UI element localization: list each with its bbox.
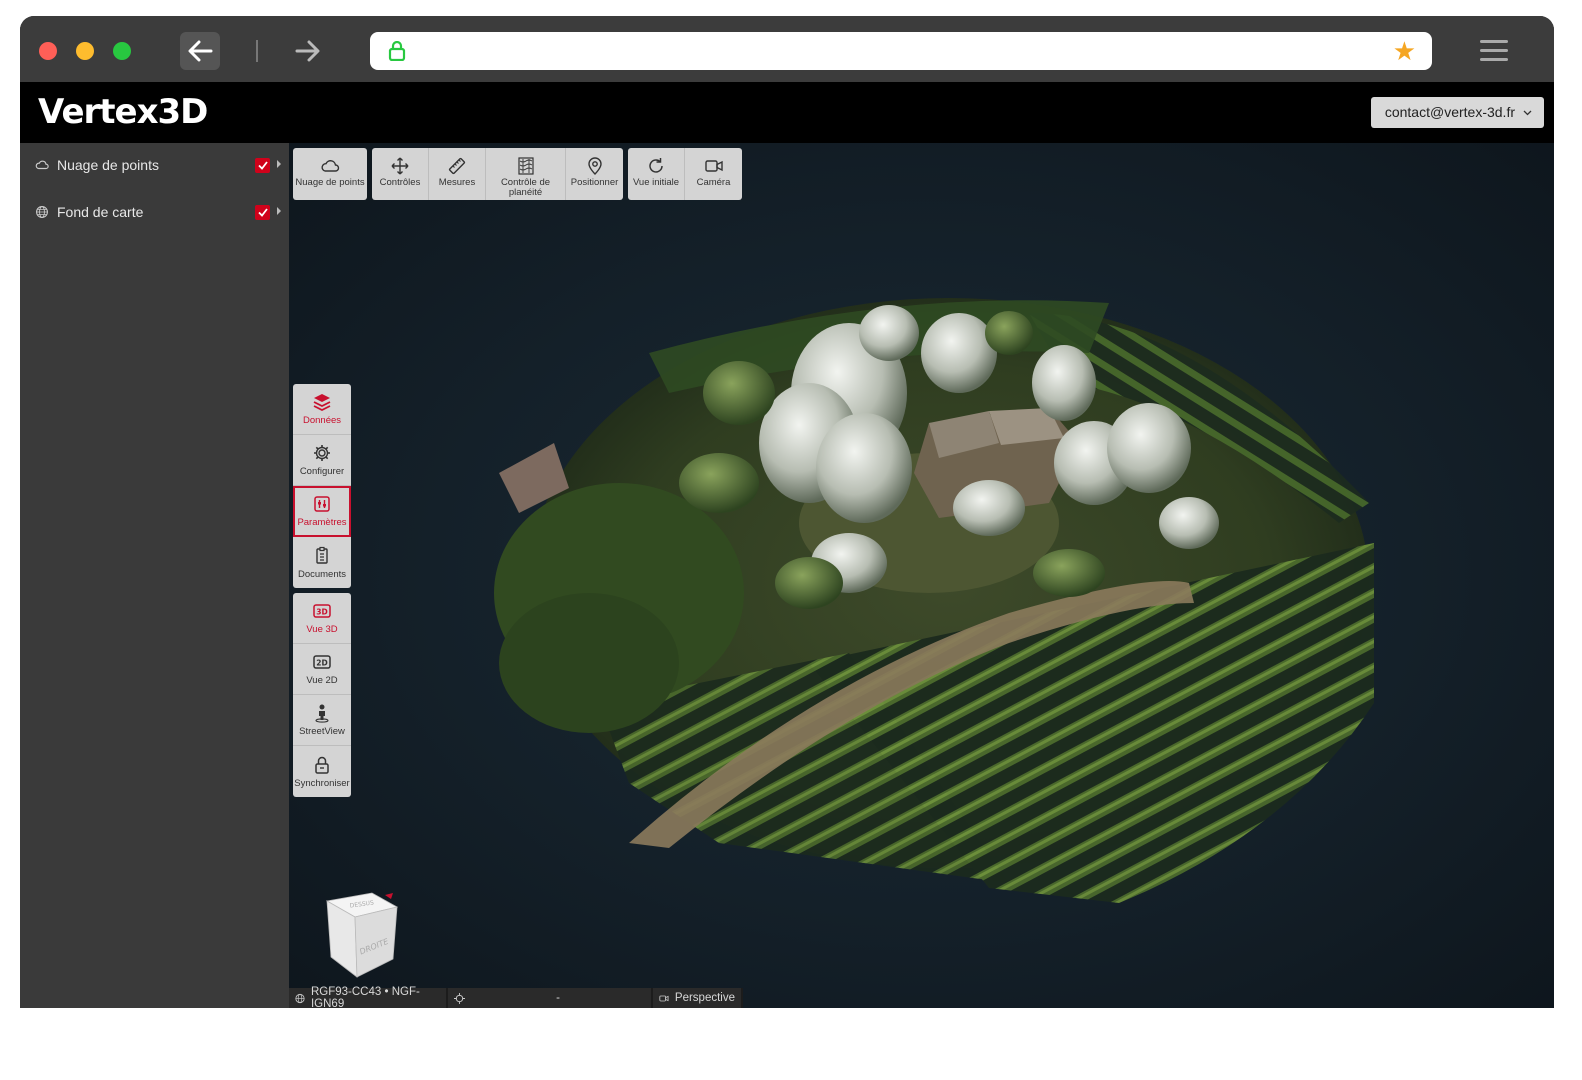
hamburger-icon[interactable] <box>1480 40 1508 62</box>
cloud-icon <box>35 160 49 170</box>
view-tools-panel: 3D Vue 3D 2D Vue 2D StreetView Synchroni… <box>293 593 351 797</box>
layers-sidebar: Nuage de points Fond de carte <box>20 143 289 1008</box>
cloud-icon <box>321 160 340 172</box>
tool-label: Nuage de points <box>295 177 365 188</box>
projection-toggle[interactable]: Perspective <box>653 988 743 1008</box>
side-tool-label: Paramètres <box>297 517 347 528</box>
projection-text: Perspective <box>674 992 735 1004</box>
checkmark-icon <box>257 208 268 217</box>
side-tool-label: StreetView <box>299 726 345 737</box>
svg-text:2D: 2D <box>316 659 327 668</box>
layers-icon <box>313 394 331 412</box>
layer-label: Fond de carte <box>57 204 144 220</box>
tool-label: Contrôle de planéité <box>500 177 551 198</box>
layer-label: Nuage de points <box>57 157 159 173</box>
address-bar[interactable]: ★ <box>370 32 1432 70</box>
account-menu-button[interactable]: contact@vertex-3d.fr <box>1370 97 1544 128</box>
flatness-icon <box>517 157 534 175</box>
arrow-right-icon <box>295 40 320 62</box>
layer-visibility-checkbox[interactable] <box>255 158 270 173</box>
crs-indicator[interactable]: RGF93-CC43 • NGF-IGN69 <box>289 986 448 1008</box>
app-header: Vertex3D contact@vertex-3d.fr <box>20 82 1554 143</box>
browser-chrome: ★ <box>20 16 1554 82</box>
tool-label: Mesures <box>438 177 476 188</box>
move-icon <box>391 157 409 175</box>
view-2d-icon: 2D <box>313 655 331 669</box>
side-tool-label: Vue 3D <box>306 624 338 635</box>
ruler-icon <box>448 157 466 175</box>
status-bar: RGF93-CC43 • NGF-IGN69 - Perspective <box>289 986 743 1008</box>
gear-icon <box>314 445 330 461</box>
tool-measures[interactable]: Mesures <box>429 148 486 200</box>
layer-visibility-checkbox[interactable] <box>255 205 270 220</box>
side-tool-label: Documents <box>297 568 347 580</box>
side-tool-label: Vue 2D <box>306 675 338 686</box>
lock-icon <box>315 756 329 774</box>
globe-icon <box>36 206 48 218</box>
coordinates-indicator: - <box>448 988 653 1008</box>
tool-label: Positionner <box>570 177 619 188</box>
view-3d-icon: 3D <box>313 604 331 618</box>
side-tool-label: Configurer <box>299 466 345 477</box>
camera-icon <box>704 160 723 172</box>
tool-initial-view[interactable]: Vue initiale <box>628 148 685 200</box>
side-tool-3d-view[interactable]: 3D Vue 3D <box>293 593 351 644</box>
layer-basemap[interactable]: Fond de carte <box>20 197 289 227</box>
side-tool-documents[interactable]: Documents <box>293 537 351 588</box>
navigation-cube[interactable]: DESSUS DROITE <box>317 891 407 981</box>
crs-text: RGF93-CC43 • NGF-IGN69 <box>310 986 420 1008</box>
account-email: contact@vertex-3d.fr <box>1384 104 1515 120</box>
tool-label: Contrôles <box>379 177 421 188</box>
coordinates-text: - <box>556 992 560 1004</box>
tool-controls[interactable]: Contrôles <box>372 148 429 200</box>
chevron-down-icon <box>1523 110 1532 115</box>
lock-icon <box>388 41 406 61</box>
forward-button[interactable] <box>288 32 328 70</box>
checkmark-icon <box>257 161 268 170</box>
person-icon <box>315 704 329 723</box>
back-button[interactable] <box>180 32 220 70</box>
camera-icon <box>659 995 669 1001</box>
toolbar-group-tools: Contrôles Mesures Contrôle de planéité P… <box>372 148 623 200</box>
expand-arrow-icon[interactable] <box>277 207 281 215</box>
side-tools-panel: Données Configurer Paramètres Documents <box>293 384 351 588</box>
side-tool-label: Synchroniser <box>294 777 350 789</box>
tool-label: Caméra <box>696 177 731 188</box>
crosshair-icon <box>454 992 465 1004</box>
toolbar-group-view: Vue initiale Caméra <box>628 148 742 200</box>
expand-arrow-icon[interactable] <box>277 160 281 168</box>
minimize-window-button[interactable] <box>76 42 94 60</box>
3d-viewport[interactable]: Nuage de points Contrôles Mesures Contrô… <box>289 143 1554 1008</box>
close-window-button[interactable] <box>39 42 57 60</box>
svg-text:3D: 3D <box>316 608 327 617</box>
side-tool-configure[interactable]: Configurer <box>293 435 351 486</box>
side-tool-settings[interactable]: Paramètres <box>293 486 351 537</box>
nav-separator <box>256 40 258 62</box>
toolbar-group-data: Nuage de points <box>293 148 367 200</box>
side-tool-data[interactable]: Données <box>293 384 351 435</box>
browser-window: ★ Vertex3D contact@vertex-3d.fr Nuage de… <box>20 16 1554 1008</box>
tool-flatness-control[interactable]: Contrôle de planéité <box>486 148 566 200</box>
tool-camera[interactable]: Caméra <box>685 148 742 200</box>
side-tool-label: Données <box>302 415 342 426</box>
maximize-window-button[interactable] <box>113 42 131 60</box>
layer-point-cloud[interactable]: Nuage de points <box>20 150 289 180</box>
documents-icon <box>316 546 328 564</box>
globe-icon <box>295 993 305 1003</box>
app-logo: Vertex3D <box>38 92 208 132</box>
reset-view-icon <box>649 158 663 173</box>
star-icon[interactable]: ★ <box>1393 38 1416 64</box>
tool-position[interactable]: Positionner <box>566 148 623 200</box>
side-tool-streetview[interactable]: StreetView <box>293 695 351 746</box>
tool-point-cloud[interactable]: Nuage de points <box>293 148 367 200</box>
arrow-left-icon <box>188 40 213 62</box>
point-cloud-render[interactable] <box>289 143 1554 1008</box>
pin-icon <box>587 157 602 175</box>
side-tool-2d-view[interactable]: 2D Vue 2D <box>293 644 351 695</box>
tool-label: Vue initiale <box>632 177 680 188</box>
sliders-icon <box>314 496 330 512</box>
side-tool-synchronize[interactable]: Synchroniser <box>293 746 351 797</box>
